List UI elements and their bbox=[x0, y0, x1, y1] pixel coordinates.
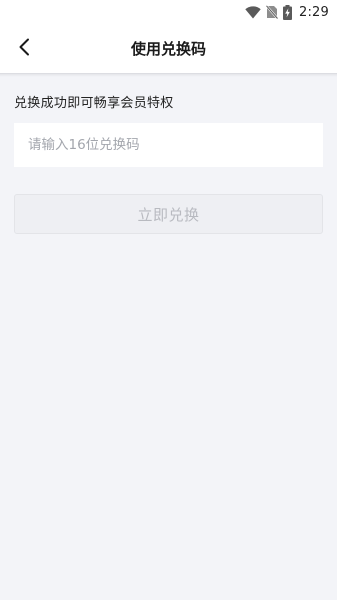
wifi-icon bbox=[245, 5, 261, 19]
status-bar: 2:29 bbox=[0, 0, 337, 24]
redeem-hint-text: 兑换成功即可畅享会员特权 bbox=[14, 96, 174, 111]
page-title: 使用兑换码 bbox=[130, 40, 206, 58]
redeem-code-input[interactable] bbox=[14, 123, 323, 167]
header: 使用兑换码 bbox=[0, 24, 337, 74]
header-divider bbox=[0, 74, 337, 77]
redeem-now-button[interactable]: 立即兑换 bbox=[14, 194, 323, 234]
battery-charging-icon bbox=[283, 4, 292, 20]
status-time: 2:29 bbox=[299, 4, 329, 20]
redeem-code-screen: 2:29 使用兑换码 兑换成功即可畅享会员特权 立即兑换 bbox=[0, 0, 337, 600]
no-sim-icon bbox=[266, 5, 278, 19]
